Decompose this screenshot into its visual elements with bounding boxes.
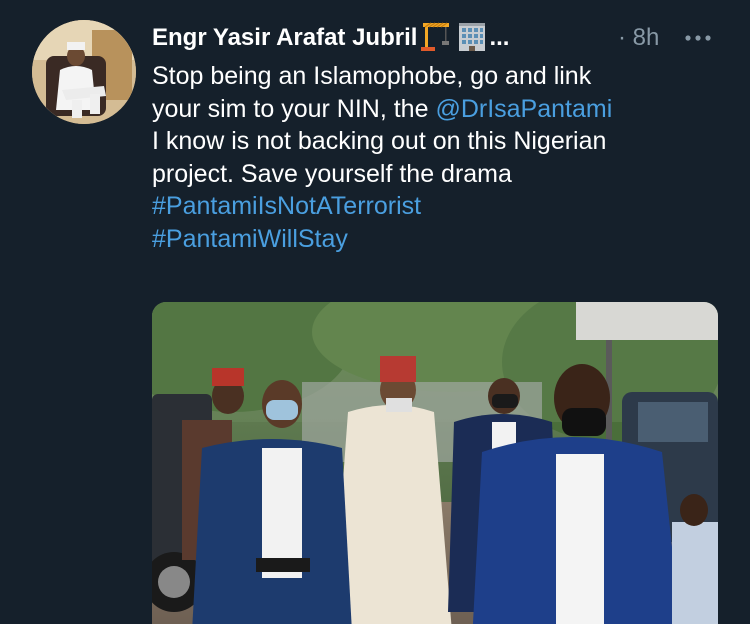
tweet-text-segment: your sim to your NIN, the <box>152 94 436 123</box>
author-name[interactable]: Engr Yasir Arafat Jubril <box>152 24 417 52</box>
hashtag-link[interactable]: #PantamiIsNotATerrorist <box>152 192 421 220</box>
timestamp[interactable]: · 8h <box>618 20 659 56</box>
timestamp-value: 8h <box>632 24 660 51</box>
hashtag-link[interactable]: #PantamiWillStay <box>152 225 348 253</box>
office-building-icon <box>455 19 489 58</box>
avatar-image <box>32 20 136 124</box>
tweet-text-line: I know is not backing out on this Nigeri… <box>152 127 607 155</box>
tweet-text: Stop being an Islamophobe, go and link y… <box>152 60 732 255</box>
photo-image <box>152 302 718 624</box>
name-ellipsis: ... <box>489 24 510 51</box>
construction-crane-icon <box>419 19 453 58</box>
tweet-text-line: your sim to your NIN, the @DrIsaPantami <box>152 93 732 126</box>
tweet-text-line: project. Save yourself the drama <box>152 159 512 188</box>
avatar[interactable] <box>32 20 136 124</box>
tweet-header: Engr Yasir Arafat Jubril ... · 8h <box>152 20 720 56</box>
tweet-text-line: Stop being an Islamophobe, go and link <box>152 62 592 90</box>
mention-link[interactable]: @DrIsaPantami <box>435 95 612 123</box>
tweet[interactable]: Engr Yasir Arafat Jubril ... · 8h Stop b… <box>0 0 750 624</box>
tweet-photo[interactable] <box>152 302 718 624</box>
more-dots-icon[interactable] <box>680 28 716 48</box>
